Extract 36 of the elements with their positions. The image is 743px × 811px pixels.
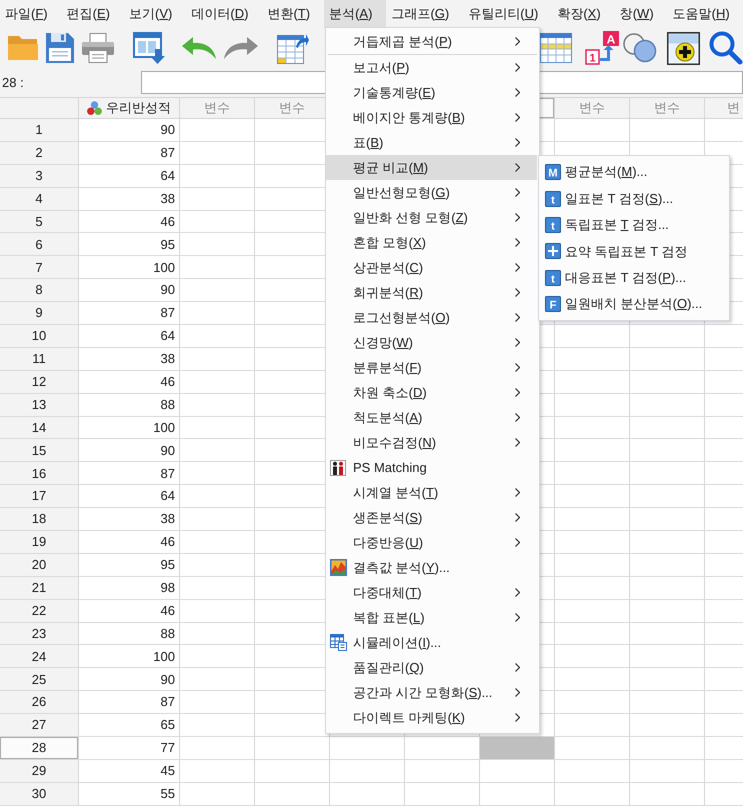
letter-tile-icon: t <box>545 216 561 233</box>
table-cell-text: 100 <box>152 258 176 277</box>
table-cell-text: 90 <box>160 442 176 460</box>
table-cell-text: 88 <box>160 396 176 414</box>
table-cell-text: 38 <box>160 510 176 528</box>
table-cell-text: 87 <box>160 144 176 162</box>
table-cell-text: 100 <box>152 648 176 666</box>
table-cell-text: 65 <box>160 716 176 734</box>
table-cell-text: 64 <box>160 166 176 185</box>
table-cell-text: 46 <box>160 372 176 391</box>
table-cell-text: 100 <box>152 418 176 437</box>
table-cell-text: 87 <box>160 464 176 483</box>
table-cell-text: 55 <box>160 785 176 804</box>
letter-tile-icon: M <box>545 164 561 180</box>
table-cell-text: 87 <box>160 693 176 712</box>
table-cell-text: 90 <box>160 121 176 140</box>
table-cell-text: 87 <box>160 304 176 322</box>
table-cell-text: 98 <box>160 579 176 597</box>
table-cell-text: 90 <box>160 281 176 300</box>
table-cell-text: 46 <box>160 602 176 620</box>
table-cell-text: 77 <box>160 739 176 758</box>
table-cell-text: 90 <box>160 670 176 689</box>
cell-reference: 28 : <box>1 74 25 92</box>
table-cell-text: 46 <box>160 212 176 231</box>
table-cell-text: 95 <box>160 556 176 574</box>
table-cell-text: 38 <box>160 350 176 368</box>
letter-tile-icon: t <box>545 190 561 207</box>
table-cell-text: 64 <box>160 487 176 506</box>
table-cell-text: 95 <box>160 236 176 254</box>
table-cell-text: 64 <box>160 327 176 346</box>
table-cell-text: 88 <box>160 624 176 643</box>
letter-tile-icon: F <box>545 296 561 312</box>
letter-tile-icon: t <box>545 270 561 286</box>
table-cell-text: 38 <box>160 190 176 208</box>
table-cell-text: 46 <box>160 533 176 552</box>
table-cell-text: 45 <box>160 762 176 780</box>
